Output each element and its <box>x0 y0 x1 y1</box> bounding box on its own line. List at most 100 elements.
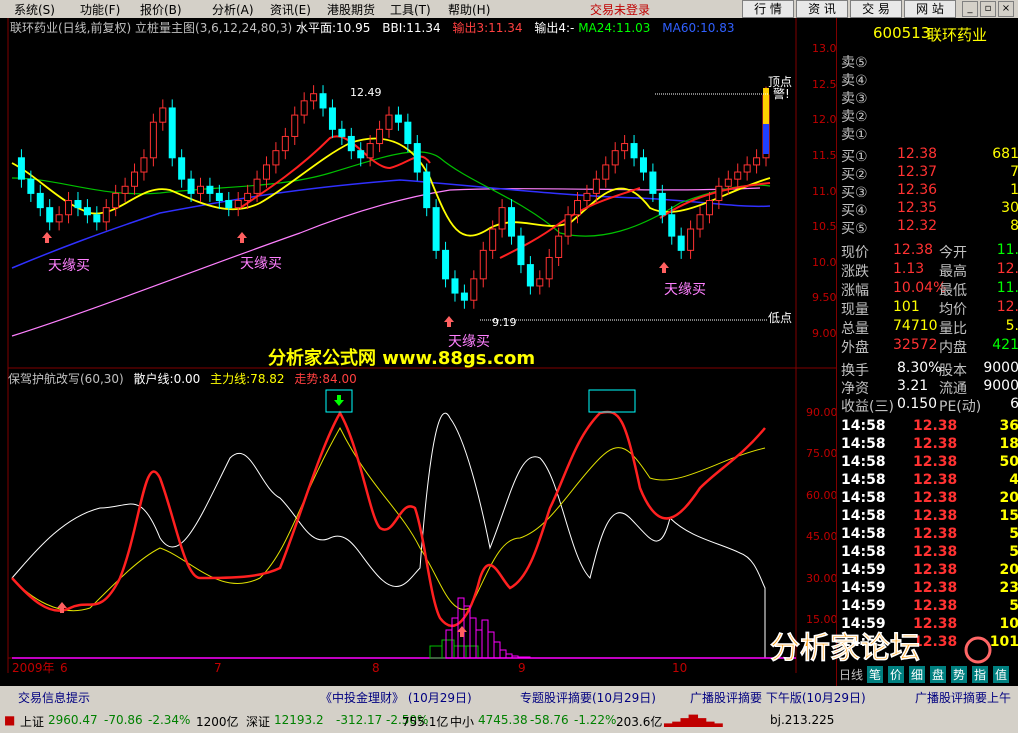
candle-body <box>197 185 204 194</box>
tick-volume: 18 <box>999 436 1018 452</box>
tick-price: 12.38 <box>913 418 958 434</box>
quote-panel: 600513 联环药业 卖⑤ 卖④ 卖③ 卖② 卖① 买① 12.38 681 买② 12.37 7… <box>836 18 1018 686</box>
trade-button[interactable]: 交 易 <box>850 0 902 18</box>
candle-body <box>102 207 110 223</box>
menu-analysis[interactable]: 分析(A) <box>212 1 254 18</box>
buy-arrow-icon <box>42 232 52 243</box>
stat-value: 0.150 <box>897 396 938 412</box>
menu-news[interactable]: 资讯(E) <box>270 1 311 18</box>
menu-function[interactable]: 功能(F) <box>80 1 120 18</box>
stat-label: 净资 <box>841 381 869 397</box>
chart-header: 联环药业(日线,前复权) 立桩量主图(3,6,12,24,80,3) 水平面:1… <box>10 19 734 36</box>
candle-body <box>621 143 629 152</box>
tick-time: 14:58 <box>841 490 886 506</box>
news-item[interactable]: 专题股评摘要(10月29日) <box>520 689 656 706</box>
news-item[interactable]: 广播股评摘要 下午版(10月29日) <box>690 689 866 706</box>
restore-icon[interactable]: ▫ <box>980 1 996 17</box>
stat-label: 收益(三) <box>841 399 894 415</box>
quote-button[interactable]: 行 情 <box>742 0 794 18</box>
ind-bar-magenta <box>499 649 507 659</box>
candle-body <box>187 178 195 194</box>
news-item[interactable]: 《中投金理财》 (10月29日) <box>320 689 472 706</box>
tick-price: 12.38 <box>913 544 958 560</box>
candle-body <box>592 178 600 194</box>
website-button[interactable]: 网 站 <box>904 0 956 18</box>
stat-value: 5. <box>1005 318 1018 334</box>
date-axis: 2009年 6 7 8 9 10 <box>12 661 687 675</box>
minimize-icon[interactable]: _ <box>962 1 978 17</box>
bid-volume: 8 <box>1010 218 1018 234</box>
buy-label: 天缘买 <box>48 258 90 274</box>
tick-time: 14:58 <box>841 418 886 434</box>
candle-body <box>272 150 280 166</box>
level-value: 水平面:10.95 <box>296 21 371 35</box>
candle-body <box>112 192 120 209</box>
bbi-value: BBI:11.34 <box>382 21 441 35</box>
menu-tools[interactable]: 工具(T) <box>390 1 431 18</box>
ask-label: 卖④ <box>841 73 868 89</box>
market-bars-icon: ▂▃▅▇▅▃▂ <box>664 713 723 727</box>
tick-time: 14:58 <box>841 454 886 470</box>
ma24-value: MA24:11.03 <box>578 21 651 35</box>
indicator-axis: 90.00 75.00 60.00 45.00 30.00 15.00 <box>806 406 838 626</box>
news-label[interactable]: 交易信息提示 <box>18 689 90 706</box>
tick-row: 14:58 12.38 20 <box>841 490 1018 508</box>
price-tick: 10.00 <box>812 256 836 269</box>
bid-price: 12.35 <box>897 200 938 216</box>
bid-row: 买② 12.37 7 <box>841 164 1018 183</box>
indicator-bars <box>429 597 531 659</box>
stock-title: 联环药业(日线,前复权) <box>10 21 132 35</box>
close-icon[interactable]: × <box>998 1 1014 17</box>
stock-name: 联环药业 <box>927 26 988 44</box>
stat-row: 现价 12.38 今开 11. <box>841 242 1018 261</box>
candle-body <box>206 185 214 194</box>
ask-row: 卖③ <box>841 88 1018 107</box>
tick-time: 14:58 <box>841 526 886 542</box>
forum-watermark: 分析家论坛 <box>766 626 1006 674</box>
menu-hk-futures[interactable]: 港股期货 <box>327 1 375 18</box>
candle-body <box>574 200 581 216</box>
menu-bar: 系统(S) 功能(F) 报价(B) 分析(A) 资讯(E) 港股期货 工具(T)… <box>0 0 1018 18</box>
candle-body <box>159 107 167 123</box>
stat-row: 涨幅 10.04% 最低 11. <box>841 280 1018 299</box>
menu-quote[interactable]: 报价(B) <box>140 1 182 18</box>
bid-label: 买① <box>841 149 868 165</box>
date-label: 6 <box>60 661 68 675</box>
candle-body <box>517 235 525 266</box>
date-label: 8 <box>372 661 380 675</box>
candle-body <box>432 207 440 251</box>
news-button[interactable]: 资 讯 <box>796 0 848 18</box>
ind-bar-magenta <box>493 641 501 659</box>
ind-tick: 75.00 <box>806 447 836 460</box>
bid-label: 买② <box>841 167 868 183</box>
zx-pct: -1.22% <box>574 713 617 727</box>
tick-volume: 5 <box>1009 598 1018 614</box>
menu-system[interactable]: 系统(S) <box>14 1 55 18</box>
ind-bar-magenta <box>487 631 495 659</box>
candle-body <box>451 278 459 294</box>
sell-marker-box-2 <box>588 389 636 413</box>
sz-name[interactable]: 深证 <box>246 713 270 730</box>
stat-value: 421 <box>992 337 1018 353</box>
ask-row: 卖⑤ <box>841 52 1018 71</box>
price-tick: 9.00 <box>812 327 836 340</box>
ma-long-line <box>11 187 761 337</box>
tick-volume: 20 <box>999 562 1018 578</box>
bid-label: 买④ <box>841 203 868 219</box>
stat-value: 12.38 <box>893 242 934 258</box>
candle-body <box>376 128 384 145</box>
candle-body <box>526 264 534 287</box>
sh-name[interactable]: 上证 <box>20 713 44 730</box>
candle-body <box>413 143 421 173</box>
stat-label: PE(动) <box>939 399 982 415</box>
menu-help[interactable]: 帮助(H) <box>448 1 490 18</box>
ask-label: 卖③ <box>841 91 868 107</box>
stat-label: 总量 <box>841 321 869 337</box>
candle-body <box>36 192 44 209</box>
candle-body <box>724 178 732 187</box>
bid-row: 买④ 12.35 30 <box>841 200 1018 219</box>
zx-name[interactable]: 中小 <box>450 713 474 730</box>
forum-watermark-text: 分析家论坛 <box>770 631 920 666</box>
bid-label: 买⑤ <box>841 221 868 237</box>
price-tick: 12.50 <box>812 78 836 91</box>
